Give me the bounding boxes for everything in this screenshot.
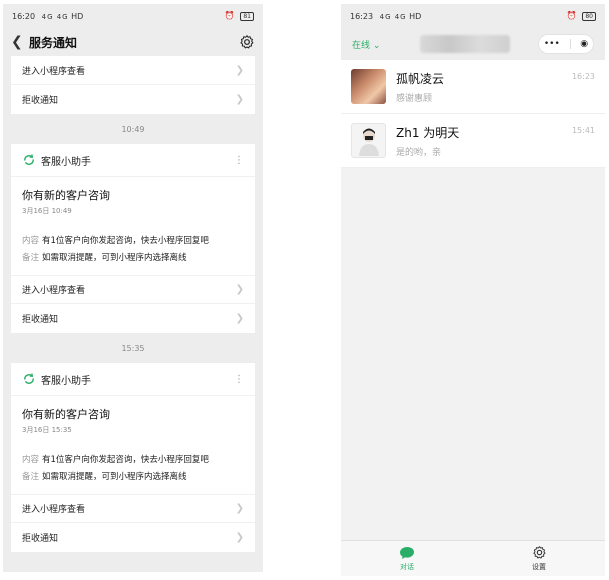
blurred-title: [420, 35, 511, 53]
miniprogram-chat-screen: 16:23 4G 4G HD ⏰ 80 在线 ⌄ ••• ◉ 孤帆凌云 感谢惠顾…: [341, 4, 605, 576]
signal-indicator: 4G 4G: [41, 12, 69, 21]
notification-card: 客服小助手 ⋮ 你有新的客户咨询 3月16日 15:35 内容 有1位客户向你发起…: [11, 363, 255, 552]
customer-service-icon: [24, 154, 34, 165]
previous-card-actions: 进入小程序查看 ❯ 拒收通知 ❯: [11, 56, 255, 114]
reject-notification-button[interactable]: 拒收通知 ❯: [11, 523, 255, 552]
gear-icon: [532, 546, 546, 559]
note-line: 备注 如需取消提醒，可到小程序内选择离线: [22, 253, 187, 263]
person-avatar-icon: [358, 128, 379, 156]
tab-settings[interactable]: 设置: [473, 541, 605, 576]
chat-bubble-icon: [400, 546, 414, 559]
status-bar: 16:23 4G 4G HD ⏰ 80: [341, 4, 605, 28]
reject-notification-button[interactable]: 拒收通知 ❯: [11, 85, 255, 114]
notification-date: 3月16日 15:35: [22, 426, 72, 434]
chevron-right-icon: ❯: [235, 503, 244, 514]
timestamp-separator: 15:35: [121, 343, 145, 353]
signal-indicator: 4G 4G: [379, 12, 407, 21]
battery-indicator: 81: [240, 12, 254, 21]
tab-conversations[interactable]: 对话: [341, 541, 473, 576]
alarm-icon: ⏰: [566, 11, 577, 20]
reject-notification-button[interactable]: 拒收通知 ❯: [11, 304, 255, 333]
back-icon[interactable]: ❮: [11, 34, 27, 50]
miniprogram-capsule: ••• ◉: [538, 34, 594, 54]
wifi-indicator: HD: [409, 11, 422, 21]
view-in-miniprogram-button[interactable]: 进入小程序查看 ❯: [11, 56, 255, 85]
chat-last-message: 是的哟，亲: [396, 147, 442, 158]
notification-title: 你有新的客户咨询: [22, 408, 110, 421]
content-line: 内容 有1位客户向你发起咨询，快去小程序回复吧: [22, 236, 209, 246]
notification-date: 3月16日 10:49: [22, 207, 72, 215]
chat-list: 孤帆凌云 感谢惠顾 16:23 Zh1 为明天 是的哟，亲 15:41: [341, 60, 605, 168]
note-line: 备注 如需取消提醒，可到小程序内选择离线: [22, 472, 187, 482]
chevron-right-icon: ❯: [235, 94, 244, 105]
chat-time: 15:41: [571, 126, 595, 135]
timestamp-separator: 10:49: [121, 124, 145, 134]
chevron-right-icon: ❯: [235, 313, 244, 324]
card-header: 客服小助手 ⋮: [11, 144, 255, 177]
notification-card: 客服小助手 ⋮ 你有新的客户咨询 3月16日 10:49 内容 有1位客户向你发起…: [11, 144, 255, 333]
chat-last-message: 感谢惠顾: [396, 93, 433, 104]
avatar: [351, 69, 386, 104]
chat-name: 孤帆凌云: [396, 71, 445, 86]
status-time: 16:23: [350, 11, 374, 21]
more-options-icon[interactable]: ⋮: [234, 374, 244, 385]
card-body: 你有新的客户咨询 3月16日 10:49 内容 有1位客户向你发起咨询，快去小程序…: [11, 177, 255, 269]
settings-gear-icon[interactable]: [239, 34, 255, 50]
customer-service-icon: [24, 373, 34, 384]
online-status-dropdown[interactable]: 在线 ⌄: [352, 38, 380, 51]
page-title: 服务通知: [29, 35, 78, 50]
service-notifications-screen: 16:20 4G 4G HD ⏰ 81 ❮ 服务通知 进入小程序查看 ❯ 拒收通知…: [3, 4, 263, 572]
alarm-icon: ⏰: [224, 11, 235, 20]
status-bar: 16:20 4G 4G HD ⏰ 81: [3, 4, 263, 28]
more-icon[interactable]: •••: [544, 39, 560, 49]
notification-title: 你有新的客户咨询: [22, 189, 110, 202]
chat-name: Zh1 为明天: [396, 125, 460, 140]
chevron-down-icon: ⌄: [372, 40, 381, 51]
wifi-indicator: HD: [71, 11, 84, 21]
sender-name: 客服小助手: [41, 156, 91, 168]
chevron-right-icon: ❯: [235, 532, 244, 543]
view-in-miniprogram-button[interactable]: 进入小程序查看 ❯: [11, 494, 255, 523]
chat-time: 16:23: [571, 72, 595, 81]
chevron-right-icon: ❯: [235, 284, 244, 295]
card-header: 客服小助手 ⋮: [11, 363, 255, 396]
tab-bar: 对话 设置: [341, 540, 605, 576]
avatar: [351, 123, 386, 158]
chevron-right-icon: ❯: [235, 64, 244, 76]
close-target-icon[interactable]: ◉: [580, 39, 588, 49]
card-body: 你有新的客户咨询 3月16日 15:35 内容 有1位客户向你发起咨询，快去小程序…: [11, 396, 255, 488]
more-options-icon[interactable]: ⋮: [234, 155, 244, 166]
chat-list-item[interactable]: Zh1 为明天 是的哟，亲 15:41: [341, 114, 605, 168]
content-line: 内容 有1位客户向你发起咨询，快去小程序回复吧: [22, 455, 209, 465]
nav-bar: ❮ 服务通知: [3, 28, 263, 56]
view-in-miniprogram-button[interactable]: 进入小程序查看 ❯: [11, 275, 255, 304]
chat-list-item[interactable]: 孤帆凌云 感谢惠顾 16:23: [341, 60, 605, 114]
sender-name: 客服小助手: [41, 375, 91, 387]
battery-indicator: 80: [582, 12, 596, 21]
nav-bar: 在线 ⌄ ••• ◉: [341, 28, 605, 60]
status-time: 16:20: [12, 11, 36, 21]
